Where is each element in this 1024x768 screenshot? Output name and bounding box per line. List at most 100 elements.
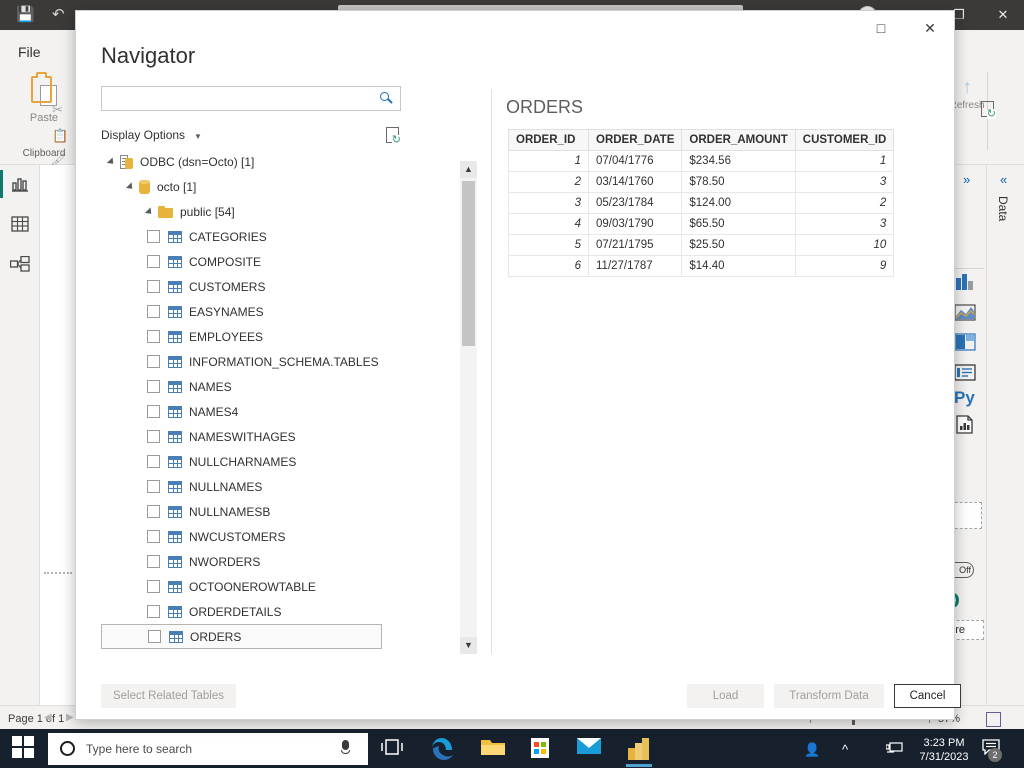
tree-item-odbc-dsn-octo-1-[interactable]: ODBC (dsn=Octo) [1] [101, 149, 384, 174]
search-input[interactable] [102, 87, 374, 110]
expand-triangle-icon[interactable] [107, 157, 116, 166]
tree-item-checkbox[interactable] [147, 555, 160, 568]
tree-item-checkbox[interactable] [147, 605, 160, 618]
cancel-button[interactable]: Cancel [894, 684, 961, 708]
fit-to-page-icon[interactable] [986, 712, 1001, 727]
tree-item-employees[interactable]: EMPLOYEES [101, 324, 384, 349]
refresh-preview-icon[interactable] [981, 101, 994, 117]
scroll-down-arrow-icon[interactable]: ▼ [460, 637, 477, 654]
tree-item-names4[interactable]: NAMES4 [101, 399, 384, 424]
tree-item-checkbox[interactable] [147, 455, 160, 468]
tree-item-nullnames[interactable]: NULLNAMES [101, 474, 384, 499]
tree-item-nameswithages[interactable]: NAMESWITHAGES [101, 424, 384, 449]
table-cell: 05/23/1784 [589, 193, 682, 214]
tree-item-checkbox[interactable] [147, 430, 160, 443]
table-icon [168, 556, 182, 568]
edge-icon[interactable] [430, 736, 456, 762]
tree-scrollbar[interactable]: ▲ ▼ [460, 161, 477, 654]
column-header-customer_id[interactable]: CUSTOMER_ID [795, 130, 894, 151]
active-view-indicator [0, 170, 3, 198]
microphone-icon[interactable] [342, 740, 349, 750]
report-view-icon[interactable] [6, 170, 34, 198]
double-chevron-left-icon[interactable]: « [1000, 172, 1007, 187]
tree-item-checkbox[interactable] [147, 505, 160, 518]
tree-item-checkbox[interactable] [147, 330, 160, 343]
load-button[interactable]: Load [687, 684, 764, 708]
tree-item-public-54-[interactable]: public [54] [101, 199, 384, 224]
file-explorer-icon[interactable] [480, 736, 506, 762]
select-related-tables-button[interactable]: Select Related Tables [101, 684, 236, 708]
tree-item-checkbox[interactable] [147, 480, 160, 493]
chevron-down-icon[interactable]: ▼ [194, 132, 202, 141]
tree-item-orderdetails[interactable]: ORDERDETAILS [101, 599, 384, 624]
search-box[interactable] [101, 86, 401, 111]
column-header-order_id[interactable]: ORDER_ID [509, 130, 589, 151]
card-icon[interactable] [954, 362, 976, 384]
taskbar-clock-time[interactable]: 3:23 PM [914, 737, 974, 749]
matrix-icon[interactable] [954, 332, 976, 354]
power-bi-icon[interactable] [626, 736, 652, 762]
tree-item-checkbox[interactable] [147, 530, 160, 543]
next-page-icon[interactable]: ▶ [66, 712, 74, 723]
scroll-up-arrow-icon[interactable]: ▲ [460, 161, 477, 178]
mail-icon[interactable] [576, 736, 602, 762]
double-chevron-right-icon[interactable]: » [963, 172, 970, 187]
taskbar-clock-date[interactable]: 7/31/2023 [914, 751, 974, 763]
tree-item-nullnamesb[interactable]: NULLNAMESB [101, 499, 384, 524]
tree-item-information-schema-tables[interactable]: INFORMATION_SCHEMA.TABLES [101, 349, 384, 374]
tree-item-checkbox[interactable] [147, 355, 160, 368]
display-options-button[interactable]: Display Options [101, 128, 185, 142]
tree-item-checkbox[interactable] [148, 630, 161, 643]
powerbi-close-button[interactable]: ✕ [982, 0, 1024, 30]
column-chart-icon[interactable] [954, 272, 976, 294]
tree-item-checkbox[interactable] [147, 380, 160, 393]
tree-item-orders[interactable]: ORDERS [101, 624, 382, 649]
dialog-close-button[interactable]: ✕ [907, 11, 953, 45]
tree-item-nwcustomers[interactable]: NWCUSTOMERS [101, 524, 384, 549]
column-header-order_amount[interactable]: ORDER_AMOUNT [682, 130, 795, 151]
copy-icon[interactable]: 📋 [52, 128, 68, 144]
data-view-icon[interactable] [6, 210, 34, 238]
save-icon[interactable]: 💾 [16, 7, 35, 23]
column-header-order_date[interactable]: ORDER_DATE [589, 130, 682, 151]
expand-triangle-icon[interactable] [145, 207, 154, 216]
transform-data-button[interactable]: Transform Data [774, 684, 884, 708]
expand-triangle-icon[interactable] [126, 182, 135, 191]
tree-item-label: public [54] [180, 205, 235, 219]
dialog-maximize-button[interactable]: □ [858, 11, 904, 45]
tree-item-label: COMPOSITE [189, 255, 261, 269]
paginated-report-icon[interactable] [954, 414, 976, 436]
scrollbar-thumb[interactable] [462, 181, 475, 346]
tree-item-checkbox[interactable] [147, 580, 160, 593]
tree-item-checkbox[interactable] [147, 280, 160, 293]
tree-item-octoonerowtable[interactable]: OCTOONEROWTABLE [101, 574, 384, 599]
show-hidden-icons-icon[interactable]: ^ [842, 742, 848, 757]
ribbon-tab-file[interactable]: File [18, 44, 41, 60]
tree-item-nullcharnames[interactable]: NULLCHARNAMES [101, 449, 384, 474]
tree-item-nworders[interactable]: NWORDERS [101, 549, 384, 574]
tree-item-easynames[interactable]: EASYNAMES [101, 299, 384, 324]
area-chart-icon[interactable] [954, 302, 976, 324]
tree-item-checkbox[interactable] [147, 230, 160, 243]
previous-page-icon[interactable]: ◀ [44, 712, 52, 723]
undo-icon[interactable]: ↶ [52, 7, 65, 23]
navigator-tree[interactable]: ODBC (dsn=Octo) [1]octo [1] public [54] CA… [101, 149, 401, 654]
cut-icon[interactable]: ✂ [52, 102, 63, 118]
task-view-icon[interactable] [380, 736, 406, 762]
model-view-icon[interactable] [6, 250, 34, 278]
tree-item-octo-1-[interactable]: octo [1] [101, 174, 384, 199]
tree-item-customers[interactable]: CUSTOMERS [101, 274, 384, 299]
tree-item-categories[interactable]: CATEGORIES [101, 224, 384, 249]
tree-item-composite[interactable]: COMPOSITE [101, 249, 384, 274]
people-icon[interactable]: 👤 [804, 742, 820, 758]
tree-item-checkbox[interactable] [147, 255, 160, 268]
windows-start-icon[interactable] [12, 736, 36, 760]
taskbar-search-placeholder: Type here to search [86, 742, 192, 756]
tree-item-names[interactable]: NAMES [101, 374, 384, 399]
tree-item-checkbox[interactable] [147, 405, 160, 418]
python-visual-icon[interactable]: Py [954, 388, 976, 410]
refresh-document-icon[interactable] [386, 127, 399, 143]
network-icon[interactable] [886, 741, 903, 759]
microsoft-store-icon[interactable] [528, 736, 554, 762]
tree-item-checkbox[interactable] [147, 305, 160, 318]
